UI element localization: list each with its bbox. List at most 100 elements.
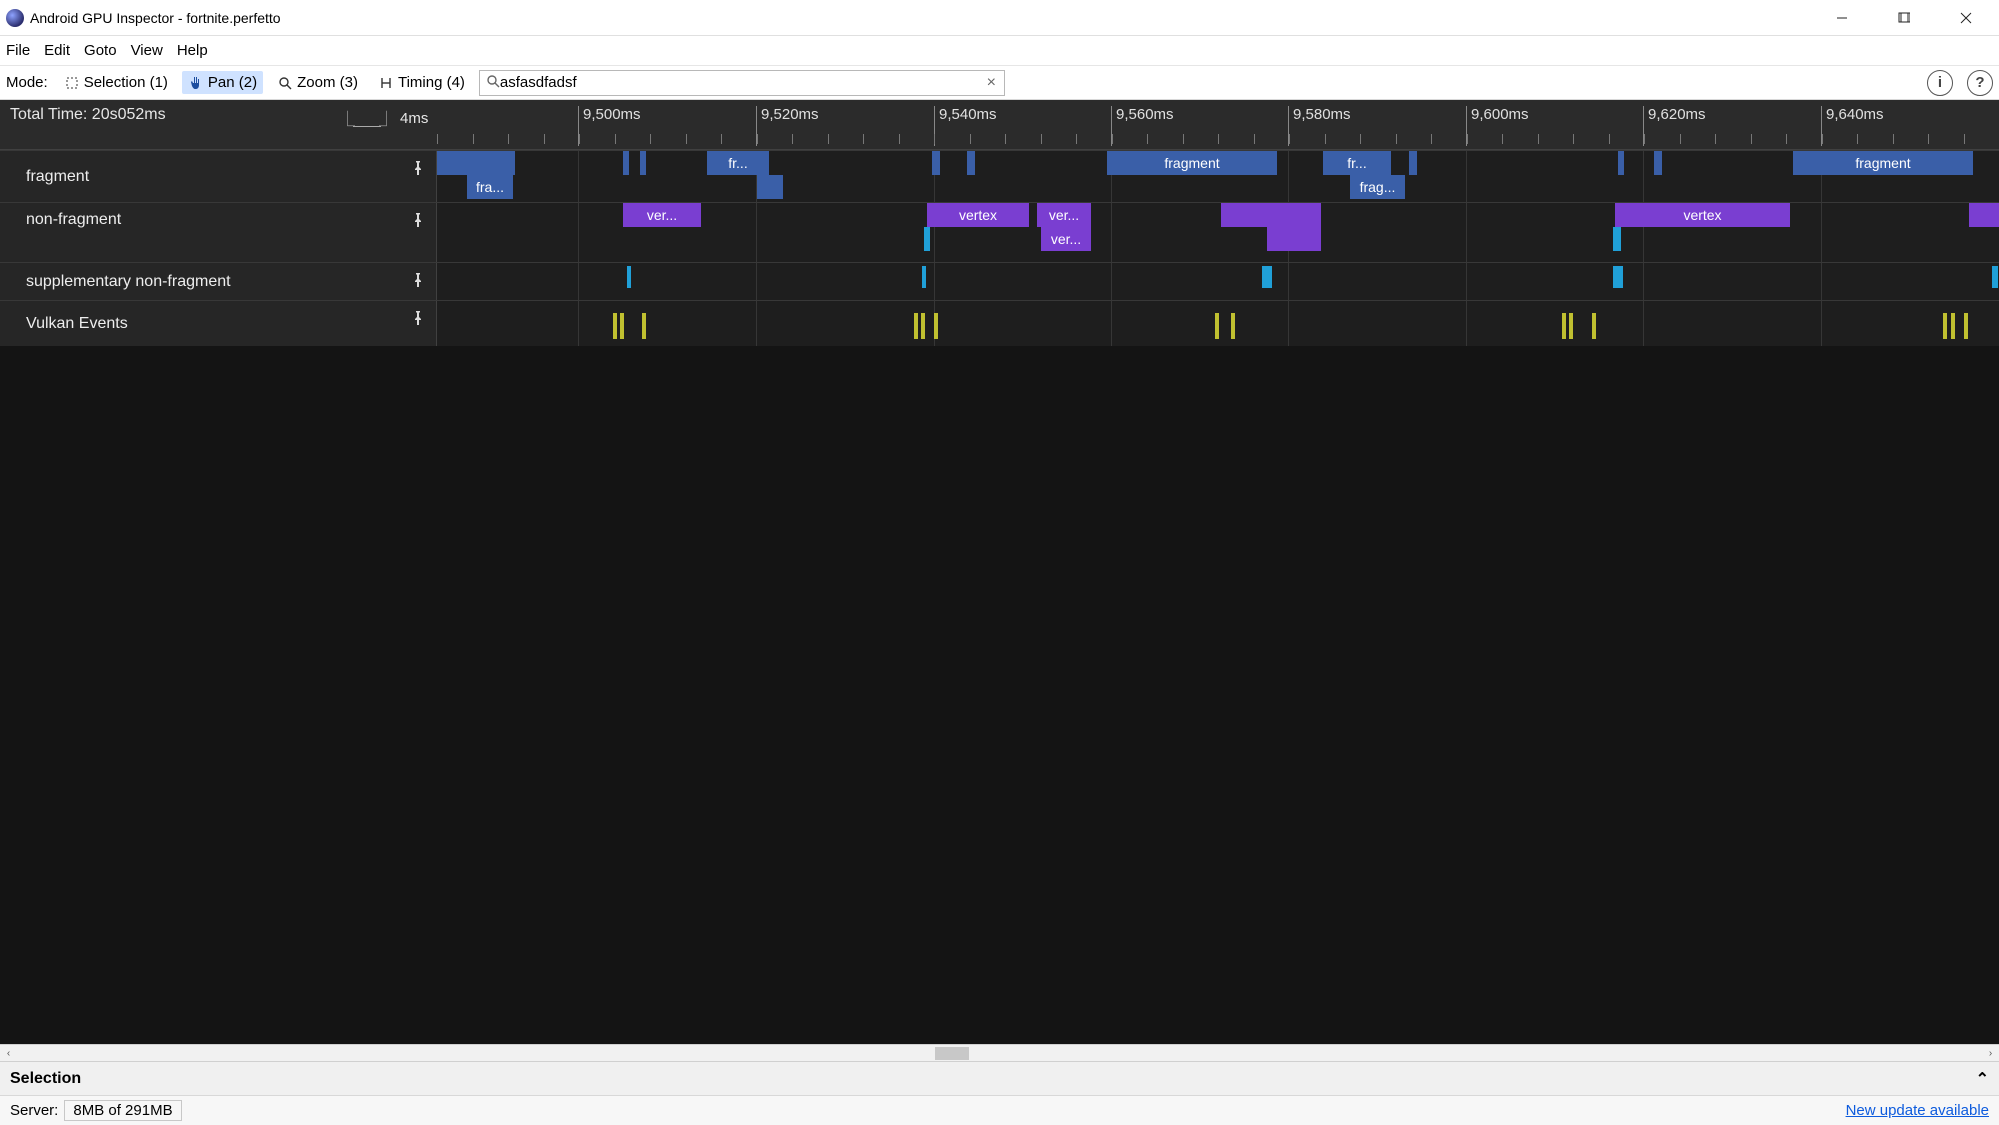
timeline-event[interactable] [1951,313,1955,339]
timeline-event[interactable] [1618,151,1624,175]
timeline-event[interactable]: ver... [1041,227,1091,251]
track-name: non-fragment [26,211,121,229]
expand-icon[interactable]: ⌃ [1976,1069,1989,1089]
help-button[interactable]: ? [1967,70,1993,96]
timeline-event[interactable] [627,266,631,288]
mode-selection-button[interactable]: Selection (1) [58,71,174,94]
track-name: Vulkan Events [26,315,128,333]
mode-timing-label: Timing (4) [398,74,465,91]
menu-view[interactable]: View [131,42,163,59]
track-header[interactable]: fragment [0,151,437,202]
ruler-tick: 9,600ms [1466,106,1529,146]
horizontal-scrollbar[interactable]: ‹ › [0,1044,1999,1061]
mode-timing-button[interactable]: Timing (4) [372,71,471,94]
timeline-event[interactable] [1613,227,1621,251]
timeline-event[interactable]: ver... [623,203,701,227]
menu-help[interactable]: Help [177,42,208,59]
timeline-event[interactable] [921,313,925,339]
search-input[interactable] [500,74,983,91]
timeline-event[interactable] [1964,313,1968,339]
timeline-event[interactable]: fr... [707,151,769,175]
timeline-event[interactable] [922,266,926,288]
menu-file[interactable]: File [6,42,30,59]
track-header[interactable]: Vulkan Events [0,301,437,346]
pin-icon[interactable] [412,273,424,290]
update-link[interactable]: New update available [1846,1102,1989,1119]
pin-icon[interactable] [412,213,424,230]
timeline-event[interactable] [1992,266,1998,288]
track-body[interactable] [437,263,1999,300]
timeline-event[interactable]: ver... [1037,203,1091,227]
mode-zoom-button[interactable]: Zoom (3) [271,71,364,94]
timeline-event[interactable] [620,313,624,339]
timeline-event[interactable] [1215,313,1219,339]
track-row[interactable]: Vulkan Events [0,300,1999,346]
track-body[interactable]: fra...fr...fragmentfr...frag...fragment [437,151,1999,202]
track-row[interactable]: fragmentfra...fr...fragmentfr...frag...f… [0,150,1999,202]
pin-icon[interactable] [412,311,424,328]
scroll-left-icon[interactable]: ‹ [0,1045,17,1062]
timeline-event[interactable] [1569,313,1573,339]
timeline-event[interactable] [623,151,629,175]
window-maximize-button[interactable] [1873,0,1935,36]
timeline-event[interactable]: vertex [927,203,1029,227]
timeline-event[interactable] [757,175,783,199]
timeline-event[interactable] [1613,266,1623,288]
timeline-event[interactable] [1267,227,1321,251]
timeline-event[interactable]: frag... [1350,175,1405,199]
timeline-event[interactable] [642,313,646,339]
hand-icon [188,75,204,91]
timeline-event[interactable] [932,151,940,175]
timeline-event[interactable] [1221,203,1321,227]
toolbar: Mode: Selection (1) Pan (2) Zoom (3) Tim… [0,66,1999,100]
selection-icon [64,75,80,91]
timeline-event[interactable]: fr... [1323,151,1391,175]
timeline-event[interactable] [934,313,938,339]
timeline-event[interactable] [640,151,646,175]
scroll-right-icon[interactable]: › [1982,1045,1999,1062]
menu-goto[interactable]: Goto [84,42,117,59]
track-header[interactable]: supplementary non-fragment [0,263,437,300]
search-icon [486,74,500,92]
timeline-event[interactable] [1592,313,1596,339]
timeline-event[interactable]: fragment [1107,151,1277,175]
timeline-event[interactable] [1231,313,1235,339]
timeline-event[interactable] [1409,151,1417,175]
window-close-button[interactable] [1935,0,1997,36]
timeline-event[interactable] [437,151,515,175]
scroll-thumb[interactable] [935,1047,969,1060]
mode-pan-label: Pan (2) [208,74,257,91]
info-button[interactable]: i [1927,70,1953,96]
ruler-tick: 9,500ms [578,106,641,146]
menu-edit[interactable]: Edit [44,42,70,59]
timeline-event[interactable]: vertex [1615,203,1790,227]
server-memory: 8MB of 291MB [64,1100,181,1121]
timeline-event[interactable] [613,313,617,339]
timeline-ruler[interactable]: Total Time: 20s052ms ⎿⎽⎽⏌ 4ms 9,500ms9,5… [0,100,1999,150]
window-minimize-button[interactable] [1811,0,1873,36]
timeline-event[interactable] [1262,266,1272,288]
track-row[interactable]: supplementary non-fragment [0,262,1999,300]
selection-panel-header[interactable]: Selection ⌃ [0,1061,1999,1095]
timeline-event[interactable] [967,151,975,175]
timeline-event[interactable] [1562,313,1566,339]
tracks[interactable]: fragmentfra...fr...fragmentfr...frag...f… [0,150,1999,1044]
timeline-event[interactable] [1654,151,1662,175]
timeline-event[interactable]: fragment [1793,151,1973,175]
track-row[interactable]: non-fragmentver...vertexver...ver...vert… [0,202,1999,262]
track-name: supplementary non-fragment [26,273,231,291]
timeline[interactable]: Total Time: 20s052ms ⎿⎽⎽⏌ 4ms 9,500ms9,5… [0,100,1999,1044]
timeline-event[interactable] [1969,203,1999,227]
mode-pan-button[interactable]: Pan (2) [182,71,263,94]
pin-icon[interactable] [412,161,424,178]
mode-zoom-label: Zoom (3) [297,74,358,91]
clear-search-icon[interactable]: × [983,74,1000,92]
timeline-event[interactable] [924,227,930,251]
search-box[interactable]: × [479,70,1005,96]
track-header[interactable]: non-fragment [0,203,437,262]
timeline-event[interactable]: fra... [467,175,513,199]
timeline-event[interactable] [1943,313,1947,339]
timeline-event[interactable] [914,313,918,339]
track-body[interactable]: ver...vertexver...ver...vertex [437,203,1999,262]
track-body[interactable] [437,301,1999,346]
